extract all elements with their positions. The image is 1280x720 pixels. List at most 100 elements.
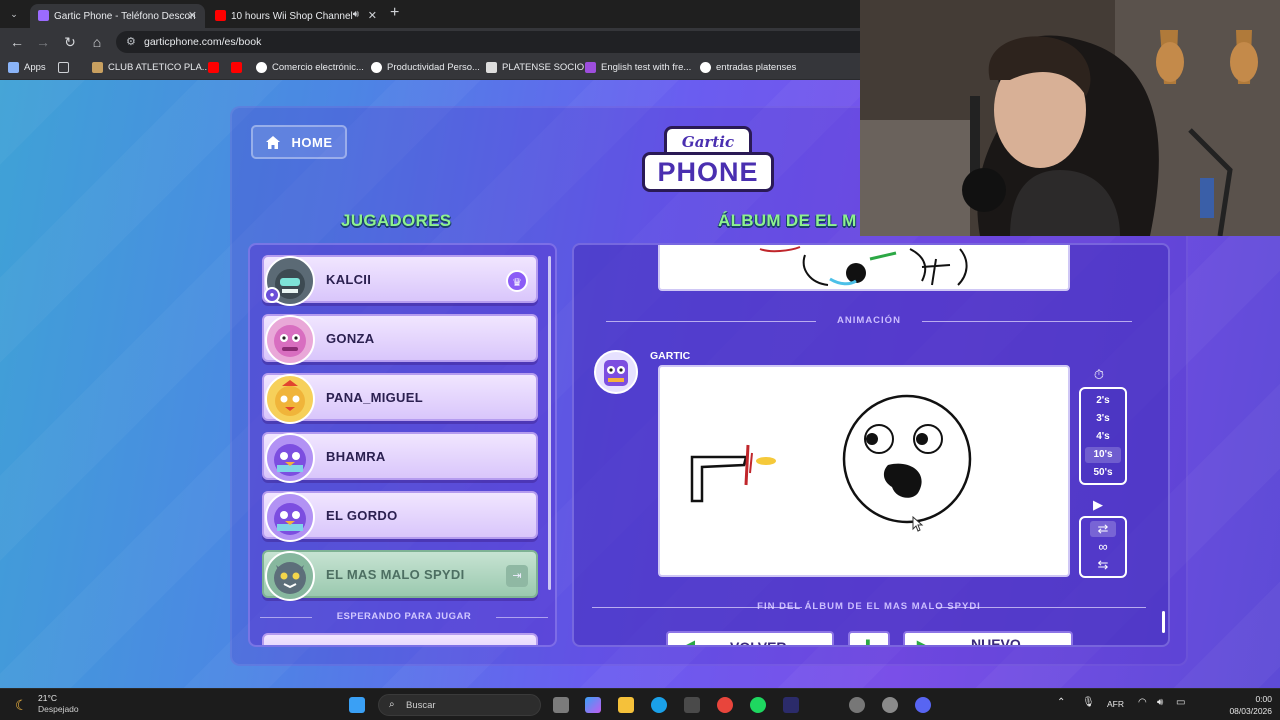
bookmark-productividad[interactable]: Productividad Perso... [371,62,480,73]
bookmark-youtube-1[interactable] [208,62,224,73]
new-tab-button[interactable]: + [390,5,399,21]
speed-option[interactable]: 2's [1085,393,1121,409]
webcam-feed [860,0,1280,236]
back-button[interactable]: ◀ VOLVER [666,631,834,647]
bookmark-grid[interactable] [58,62,74,73]
gartic-favicon-icon [38,10,49,21]
copilot-icon[interactable] [585,697,601,713]
speed-selector: 2's 3's 4's 10's 50's [1079,387,1127,485]
player-card[interactable]: PANA_MIGUEL [262,373,538,424]
new-button[interactable]: ▶ NUEVO [903,631,1073,645]
speed-option[interactable]: 4's [1085,429,1121,445]
youtube-favicon-icon [215,10,226,21]
youtube-icon [231,62,242,73]
tab-wii-shop[interactable]: 10 hours Wii Shop Channel 🔊︎ ✕ [207,4,385,28]
discord-icon[interactable] [915,697,931,713]
album-scrollbar[interactable] [1162,611,1165,633]
bookmark-club[interactable]: CLUB ATLETICO PLA... [92,62,210,73]
weather-temperature[interactable]: 21°C [38,693,57,703]
exit-icon[interactable]: ⇥ [506,565,528,587]
reload-icon[interactable]: ↻ [61,33,79,51]
tab-gartic-phone[interactable]: Gartic Phone - Teléfono Descon ✕ [30,4,205,28]
google-icon [256,62,267,73]
forward-arrow-icon[interactable]: → [34,33,52,51]
speed-option-selected[interactable]: 10's [1085,447,1121,463]
wifi-icon[interactable]: ◠ [1138,697,1147,708]
battery-icon[interactable]: ▭ [1176,697,1185,708]
home-label: HOME [291,134,333,150]
grid-icon [58,62,69,73]
loop-bounce-icon[interactable]: ⇆ [1090,557,1116,573]
animation-label: ANIMACIÓN [606,315,1132,329]
bookmark-apps[interactable]: Apps [8,62,46,73]
player-name: EL MAS MALO SPYDI [326,567,465,582]
home-button[interactable]: HOME [251,125,347,159]
task-view-icon[interactable] [553,697,569,713]
loop-infinite-icon[interactable]: ∞ [1090,539,1116,555]
gartic-phone-logo: Gartic PHONE [642,126,774,196]
player-card[interactable]: GONZA [262,314,538,365]
taskbar-search[interactable]: ⌕ Buscar [378,694,541,716]
avatar [265,492,315,542]
windows-start-icon[interactable] [349,697,365,713]
store-icon[interactable] [684,697,700,713]
player-card-self[interactable]: EL MAS MALO SPYDI ⇥ [262,550,538,601]
chevron-up-icon[interactable]: ⌃ [1057,697,1065,708]
speed-option[interactable]: 3's [1085,411,1121,427]
edge-icon[interactable] [651,697,667,713]
player-card[interactable]: BHAMRA [262,432,538,483]
language-indicator[interactable]: AFR [1107,699,1124,709]
tab-search-icon[interactable]: ⌄ [6,6,22,22]
players-title: JUGADORES [341,211,452,230]
volume-icon[interactable]: 🔊︎ [1157,697,1163,708]
tab-title: 10 hours Wii Shop Channel [231,10,353,22]
microphone-icon[interactable]: 🎙︎ [1082,697,1095,708]
players-scrollbar[interactable] [548,256,551,590]
chrome-icon[interactable] [717,697,733,713]
address-bar[interactable]: ⚙ garticphone.com/es/book [116,31,876,53]
bookmark-comercio[interactable]: Comercio electrónic... [256,62,364,73]
speed-option[interactable]: 50's [1085,465,1121,481]
webcam-overlay [860,0,1280,236]
player-name: GONZA [326,331,375,346]
file-explorer-icon[interactable] [618,697,634,713]
bookmark-platense[interactable]: PLATENSE SOCIO [486,62,584,73]
player-name: EL GORDO [326,508,398,523]
waiting-player-card[interactable] [262,633,538,645]
download-button[interactable]: ⬇ [848,631,890,645]
clock-time[interactable]: 0:00 [1226,694,1272,704]
mouse-cursor-icon [912,516,924,532]
site-info-icon[interactable]: ⚙ [126,35,136,48]
bookmark-entradas[interactable]: entradas platenses [700,62,796,73]
url-text: garticphone.com/es/book [144,36,262,48]
spotify-icon[interactable] [750,697,766,713]
clock-date[interactable]: 08/03/2026 [1204,706,1272,716]
play-icon[interactable]: ▶ [1093,497,1103,513]
avatar [265,315,315,365]
back-label: VOLVER [730,639,787,647]
google-icon [371,62,382,73]
weather-description[interactable]: Despejado [38,704,79,714]
player-name: BHAMRA [326,449,386,464]
author-name: GARTIC [650,350,691,362]
player-name: PANA_MIGUEL [326,390,423,405]
album-title: ÁLBUM DE EL M [718,211,857,230]
back-arrow-icon[interactable]: ← [8,33,26,51]
bookmark-youtube-2[interactable] [231,62,247,73]
home-icon[interactable]: ⌂ [88,33,106,51]
waiting-label: ESPERANDO PARA JUGAR [260,611,548,625]
app-icon[interactable] [783,697,799,713]
obs-icon[interactable] [849,697,865,713]
players-panel: ● KALCII ♛ GONZA PANA_MIGUEL BHAMRA EL G… [248,243,557,647]
gartic-avatar [594,350,638,394]
player-card[interactable]: ● KALCII ♛ [262,255,538,306]
player-card[interactable]: EL GORDO [262,491,538,542]
loop-once-icon[interactable]: ⇄ [1090,521,1116,537]
close-tab-icon[interactable]: ✕ [188,9,197,22]
timer-icon: ⏱ [1093,367,1105,382]
close-tab-icon[interactable]: ✕ [368,9,377,22]
bookmark-english[interactable]: English test with fre... [585,62,691,73]
youtube-icon [208,62,219,73]
audio-playing-icon[interactable]: 🔊︎ [353,9,359,20]
settings-gear-icon[interactable] [882,697,898,713]
